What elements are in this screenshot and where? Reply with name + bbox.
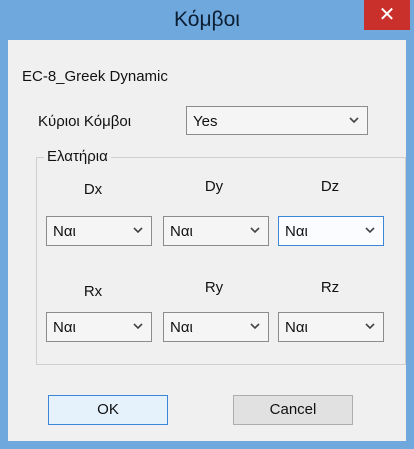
dy-label: Dy [204, 178, 224, 195]
profile-name: EC-8_Greek Dynamic [22, 68, 168, 85]
rz-value: Ναι [285, 319, 308, 336]
chevron-down-icon [365, 227, 375, 234]
dy-select[interactable]: Ναι [163, 216, 269, 246]
dy-value: Ναι [170, 223, 193, 240]
main-nodes-value: Yes [193, 113, 218, 130]
ok-button-label: OK [97, 401, 119, 418]
rx-value: Ναι [53, 319, 76, 336]
rx-label: Rx [83, 283, 103, 300]
rz-select[interactable]: Ναι [278, 312, 384, 342]
chevron-down-icon [250, 323, 260, 330]
chevron-down-icon [133, 227, 143, 234]
dx-select[interactable]: Ναι [46, 216, 152, 246]
chevron-down-icon [133, 323, 143, 330]
ry-value: Ναι [170, 319, 193, 336]
chevron-down-icon [250, 227, 260, 234]
dz-select[interactable]: Ναι [278, 216, 384, 246]
dx-value: Ναι [53, 223, 76, 240]
close-icon: ✕ [378, 4, 396, 26]
title-bar[interactable]: Κόμβοι ✕ [0, 0, 414, 40]
window-title: Κόμβοι [174, 8, 240, 31]
cancel-button[interactable]: Cancel [233, 395, 353, 425]
ry-label: Ry [204, 279, 224, 296]
springs-group-label: Ελατήρια [44, 148, 111, 165]
dialog-window: Κόμβοι ✕ EC-8_Greek Dynamic Κύριοι Κόμβο… [0, 0, 414, 449]
dz-label: Dz [320, 178, 340, 195]
chevron-down-icon [365, 323, 375, 330]
rz-label: Rz [320, 279, 340, 296]
ry-select[interactable]: Ναι [163, 312, 269, 342]
ok-button[interactable]: OK [48, 395, 168, 425]
dz-value: Ναι [285, 223, 308, 240]
dx-label: Dx [83, 181, 103, 198]
cancel-button-label: Cancel [269, 401, 317, 418]
main-nodes-select[interactable]: Yes [186, 106, 368, 135]
chevron-down-icon [349, 117, 359, 124]
dialog-client-area: EC-8_Greek Dynamic Κύριοι Κόμβοι Yes Ελα… [8, 40, 406, 441]
main-nodes-label: Κύριοι Κόμβοι [38, 113, 132, 130]
close-button[interactable]: ✕ [364, 0, 410, 30]
rx-select[interactable]: Ναι [46, 312, 152, 342]
